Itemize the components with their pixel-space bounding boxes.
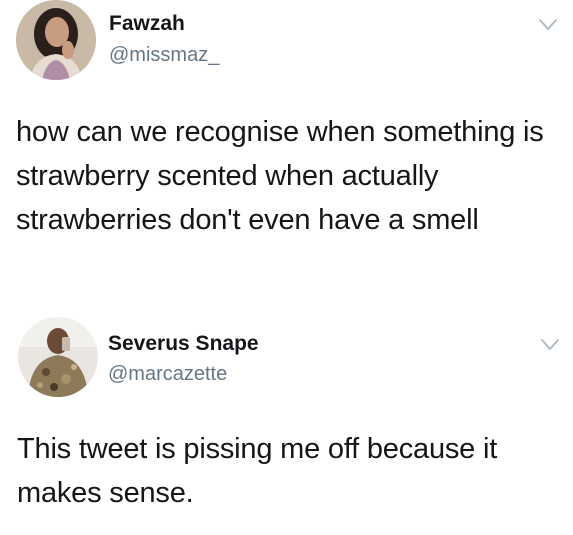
avatar[interactable]	[18, 317, 98, 397]
chevron-down-icon[interactable]	[538, 18, 558, 32]
user-handle[interactable]: @missmaz_	[109, 44, 219, 67]
chevron-down-icon[interactable]	[540, 338, 560, 352]
profile-photo-icon	[16, 0, 96, 80]
tweet-card: Severus Snape @marcazette This tweet is …	[0, 312, 573, 535]
avatar[interactable]	[16, 0, 96, 80]
tweet-text: This tweet is pissing me off because it …	[17, 433, 498, 509]
tweet-card: Fawzah @missmaz_ how can we recognise wh…	[0, 0, 573, 300]
display-name[interactable]: Severus Snape	[108, 332, 259, 356]
user-handle[interactable]: @marcazette	[108, 363, 227, 386]
tweet-text: how can we recognise when something is s…	[16, 116, 544, 236]
profile-photo-icon	[18, 317, 98, 397]
display-name[interactable]: Fawzah	[109, 12, 185, 36]
